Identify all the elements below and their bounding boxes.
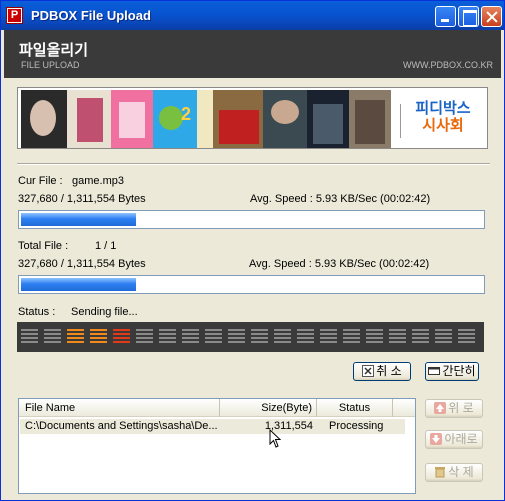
header-subtitle: FILE UPLOAD bbox=[21, 60, 80, 70]
banner-text: 피디박스 시사회 bbox=[413, 100, 473, 134]
minimize-button[interactable] bbox=[435, 6, 456, 27]
delete-button-label: 삭 제 bbox=[448, 465, 474, 479]
status-segment bbox=[90, 329, 107, 344]
movie-posters-image: 2 bbox=[21, 90, 391, 148]
status-segment bbox=[113, 329, 130, 344]
row-file-name: C:\Documents and Settings\sasha\De... bbox=[25, 420, 218, 432]
ad-banner[interactable]: 2 피디박스 시사회 bbox=[17, 87, 488, 149]
total-file-progress bbox=[18, 275, 485, 294]
row-file-status: Processing bbox=[329, 420, 384, 432]
window-title: PDBOX File Upload bbox=[31, 8, 151, 23]
status-segment bbox=[159, 329, 176, 344]
title-bar[interactable]: PDBOX File Upload bbox=[1, 1, 504, 30]
move-down-button[interactable]: 아래로 bbox=[425, 430, 483, 449]
status-text: Sending file... bbox=[71, 306, 138, 318]
status-segment bbox=[136, 329, 153, 344]
close-button[interactable] bbox=[481, 6, 502, 27]
banner-line2: 시사회 bbox=[422, 117, 464, 134]
arrow-up-icon bbox=[434, 402, 447, 414]
maximize-button[interactable] bbox=[458, 6, 479, 27]
cancel-button[interactable]: 취 소 bbox=[353, 362, 411, 381]
current-file-speed: Avg. Speed : 5.93 KB/Sec (00:02:42) bbox=[250, 193, 431, 205]
arrow-down-icon bbox=[430, 433, 443, 445]
column-header-size[interactable]: Size(Byte) bbox=[220, 399, 317, 417]
status-activity-strip bbox=[17, 322, 484, 352]
divider bbox=[17, 163, 490, 165]
simple-view-button[interactable]: 간단히 bbox=[425, 362, 479, 381]
status-segment bbox=[297, 329, 314, 344]
banner-divider bbox=[400, 104, 401, 138]
delete-button[interactable]: 삭 제 bbox=[425, 463, 483, 482]
cancel-x-icon bbox=[362, 365, 375, 377]
status-segment bbox=[343, 329, 360, 344]
status-segment bbox=[320, 329, 337, 344]
total-file-count: 1 / 1 bbox=[95, 240, 117, 252]
status-segment bbox=[412, 329, 429, 344]
move-up-button[interactable]: 위 로 bbox=[425, 399, 483, 418]
cancel-button-label: 취 소 bbox=[376, 364, 402, 378]
status-segment bbox=[435, 329, 452, 344]
status-segment bbox=[251, 329, 268, 344]
current-file-progress bbox=[18, 210, 485, 229]
status-segment bbox=[366, 329, 383, 344]
status-segment bbox=[458, 329, 475, 344]
status-segment bbox=[21, 329, 38, 344]
total-file-progress-fill bbox=[21, 278, 136, 291]
status-segment bbox=[67, 329, 84, 344]
banner-line1: 피디박스 bbox=[415, 100, 471, 117]
total-file-speed: Avg. Speed : 5.93 KB/Sec (00:02:42) bbox=[249, 258, 430, 270]
file-list[interactable]: File Name Size(Byte) Status C:\Documents… bbox=[18, 398, 416, 494]
current-file-label: Cur File : bbox=[18, 175, 63, 187]
upload-window: PDBOX File Upload 파일올리기 FILE UPLOAD WWW.… bbox=[0, 0, 505, 501]
status-segment bbox=[44, 329, 61, 344]
status-segment bbox=[182, 329, 199, 344]
status-segment bbox=[205, 329, 222, 344]
header-panel: 파일올리기 FILE UPLOAD WWW.PDBOX.CO.KR bbox=[4, 30, 501, 78]
total-file-label: Total File : bbox=[18, 240, 69, 252]
table-row[interactable]: C:\Documents and Settings\sasha\De... 1,… bbox=[20, 419, 405, 434]
current-file-name: game.mp3 bbox=[72, 175, 124, 187]
window-simple-icon bbox=[428, 365, 441, 377]
move-up-button-label: 위 로 bbox=[448, 401, 474, 415]
current-file-bytes: 327,680 / 1,311,554 Bytes bbox=[18, 193, 146, 205]
header-url: WWW.PDBOX.CO.KR bbox=[403, 60, 493, 70]
current-file-progress-fill bbox=[21, 213, 136, 226]
mouse-cursor-icon bbox=[269, 429, 281, 448]
column-header-filler bbox=[393, 399, 415, 417]
file-list-header: File Name Size(Byte) Status bbox=[19, 399, 415, 417]
column-header-status[interactable]: Status bbox=[317, 399, 393, 417]
trash-icon bbox=[434, 466, 446, 478]
status-segment bbox=[389, 329, 406, 344]
column-header-file-name[interactable]: File Name bbox=[19, 399, 220, 417]
simple-view-button-label: 간단히 bbox=[442, 364, 476, 378]
total-file-bytes: 327,680 / 1,311,554 Bytes bbox=[18, 258, 146, 270]
app-icon bbox=[6, 7, 23, 24]
svg-text:2: 2 bbox=[181, 104, 191, 124]
header-title: 파일올리기 bbox=[19, 42, 89, 59]
move-down-button-label: 아래로 bbox=[444, 432, 478, 446]
row-file-size: 1,311,554 bbox=[264, 420, 313, 432]
status-segment bbox=[228, 329, 245, 344]
status-label: Status : bbox=[18, 306, 56, 318]
status-segment bbox=[274, 329, 291, 344]
